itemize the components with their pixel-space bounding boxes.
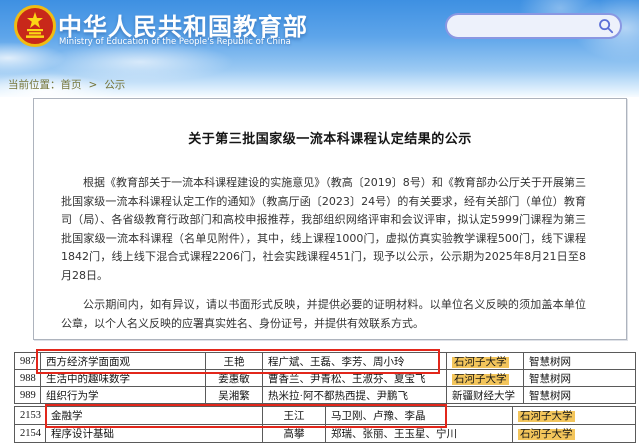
cell-leader: 姜惠敏	[206, 370, 263, 387]
university-highlight: 石河子大学	[518, 411, 575, 422]
cell-team: 马卫刚、卢豫、李晶	[326, 407, 513, 425]
page: 中华人民共和国教育部 Ministry of Education of the …	[0, 0, 639, 444]
notice-body: 根据《教育部关于一流本科课程建设的实施意见》（教高〔2019〕8号）和《教育部办…	[61, 174, 586, 333]
cell-university: 石河子大学	[447, 370, 524, 387]
search-input[interactable]	[457, 20, 598, 33]
breadcrumb-separator: >	[89, 79, 98, 91]
cell-course: 组织行为学	[41, 387, 206, 404]
cell-number: 989	[15, 387, 41, 404]
course-table-lower: 2153 金融学 王江 马卫刚、卢豫、李晶 石河子大学 2154 程序设计基础 …	[14, 406, 636, 443]
cell-university: 石河子大学	[513, 407, 636, 425]
table-row: 987 西方经济学面面观 王艳 程广斌、王磊、李芳、周小玲 石河子大学 智慧树网	[15, 353, 636, 370]
breadcrumb: 当前位置：首页 > 公示	[8, 77, 125, 92]
cell-leader: 王艳	[206, 353, 263, 370]
cell-leader: 吴湘繁	[206, 387, 263, 404]
course-table-upper: 987 西方经济学面面观 王艳 程广斌、王磊、李芳、周小玲 石河子大学 智慧树网…	[14, 352, 636, 404]
breadcrumb-prefix: 当前位置：	[8, 79, 61, 91]
cell-number: 2154	[15, 425, 46, 443]
cell-team: 郑瑞、张丽、王玉星、宁川	[326, 425, 513, 443]
cell-course: 金融学	[46, 407, 263, 425]
table-row: 989 组织行为学 吴湘繁 热米拉·阿不都热西提、尹鹏飞 新疆财经大学 智慧树网	[15, 387, 636, 404]
notice-paragraph-2: 公示期间内，如有异议，请以书面形式反映，并提供必要的证明材料。以单位名义反映的须…	[61, 296, 586, 333]
university-highlight: 石河子大学	[518, 429, 575, 440]
table-row: 2153 金融学 王江 马卫刚、卢豫、李晶 石河子大学	[15, 407, 636, 425]
notice-panel: 关于第三批国家级一流本科课程认定结果的公示 根据《教育部关于一流本科课程建设的实…	[33, 98, 627, 340]
search-box[interactable]	[445, 13, 622, 39]
breadcrumb-home-link[interactable]: 首页	[61, 79, 82, 91]
cell-platform: 智慧树网	[524, 387, 636, 404]
national-emblem-icon	[14, 5, 56, 47]
cell-university: 石河子大学	[447, 353, 524, 370]
cell-university: 石河子大学	[513, 425, 636, 443]
cell-number: 988	[15, 370, 41, 387]
table-row: 2154 程序设计基础 高攀 郑瑞、张丽、王玉星、宁川 石河子大学	[15, 425, 636, 443]
cell-course: 西方经济学面面观	[41, 353, 206, 370]
breadcrumb-current[interactable]: 公示	[104, 79, 125, 91]
cell-platform: 智慧树网	[524, 353, 636, 370]
cell-platform: 智慧树网	[524, 370, 636, 387]
cell-team: 热米拉·阿不都热西提、尹鹏飞	[263, 387, 447, 404]
notice-title: 关于第三批国家级一流本科课程认定结果的公示	[34, 128, 626, 147]
site-subtitle: Ministry of Education of the People's Re…	[59, 37, 291, 47]
cell-team: 程广斌、王磊、李芳、周小玲	[263, 353, 447, 370]
university-highlight: 石河子大学	[452, 374, 509, 385]
cell-leader: 王江	[263, 407, 326, 425]
site-header: 中华人民共和国教育部 Ministry of Education of the …	[0, 0, 639, 97]
cell-leader: 高攀	[263, 425, 326, 443]
cell-course: 程序设计基础	[46, 425, 263, 443]
cell-number: 2153	[15, 407, 46, 425]
table-row: 988 生活中的趣味数学 姜惠敏 曹香兰、尹青松、王淑芬、夏宝飞 石河子大学 智…	[15, 370, 636, 387]
search-icon[interactable]	[598, 18, 614, 34]
cell-course: 生活中的趣味数学	[41, 370, 206, 387]
notice-paragraph-1: 根据《教育部关于一流本科课程建设的实施意见》（教高〔2019〕8号）和《教育部办…	[61, 174, 586, 285]
cell-number: 987	[15, 353, 41, 370]
cell-university: 新疆财经大学	[447, 387, 524, 404]
cell-team: 曹香兰、尹青松、王淑芬、夏宝飞	[263, 370, 447, 387]
university-highlight: 石河子大学	[452, 357, 509, 368]
